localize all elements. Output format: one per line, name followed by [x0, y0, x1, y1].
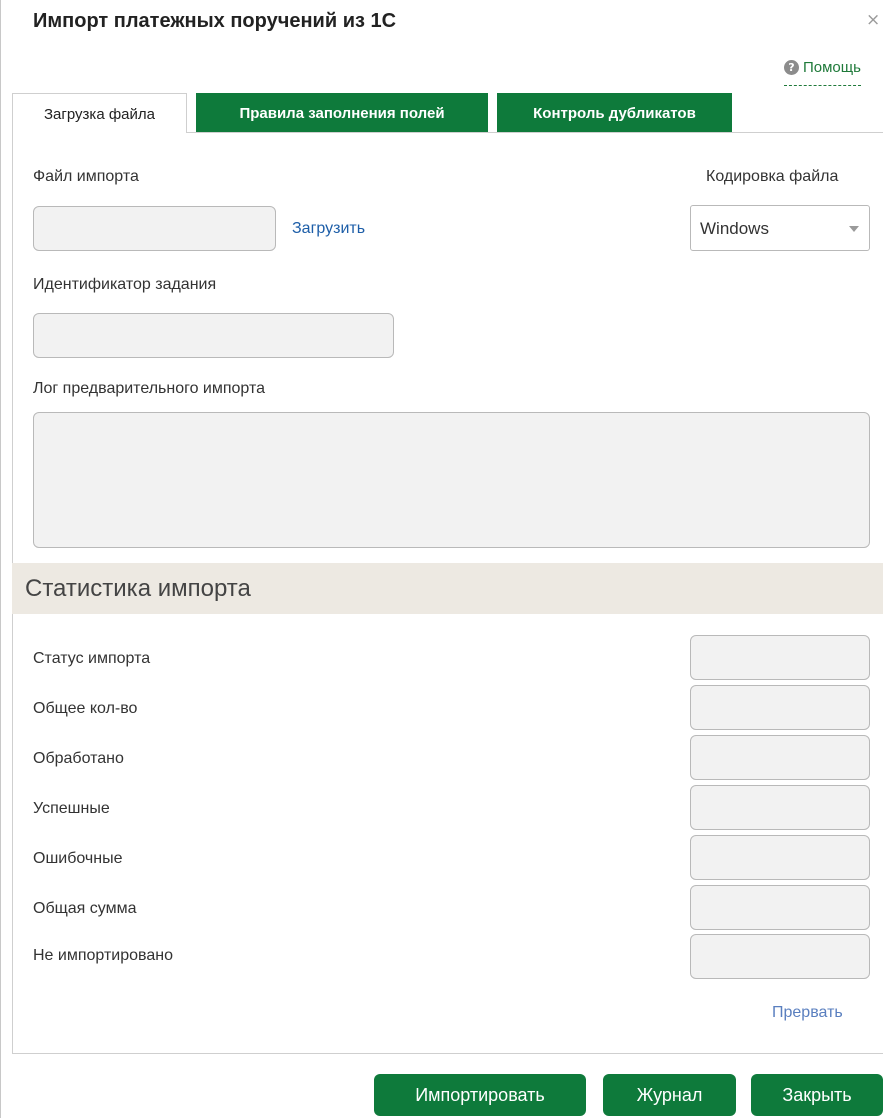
- close-icon[interactable]: ×: [866, 12, 880, 29]
- file-import-label: Файл импорта: [33, 168, 139, 185]
- stat-label-errors: Ошибочные: [33, 850, 123, 867]
- stats-section-header: Статистика импорта: [12, 563, 883, 614]
- stat-field-successful: [690, 785, 870, 830]
- stat-field-total: [690, 685, 870, 730]
- stat-field-sum: [690, 885, 870, 930]
- help-icon: ?: [784, 60, 799, 75]
- tab-duplicate-control[interactable]: Контроль дубликатов: [497, 93, 732, 132]
- task-id-field[interactable]: [33, 313, 394, 358]
- stat-label-not-imported: Не импортировано: [33, 947, 173, 964]
- import-button[interactable]: Импортировать: [374, 1074, 586, 1116]
- chevron-down-icon: [849, 226, 859, 232]
- encoding-select[interactable]: Windows: [690, 205, 870, 251]
- help-link[interactable]: ? Помощь: [784, 59, 861, 86]
- task-id-label: Идентификатор задания: [33, 276, 217, 293]
- stat-field-errors: [690, 835, 870, 880]
- stat-label-processed: Обработано: [33, 750, 124, 767]
- stat-field-not-imported: [690, 934, 870, 979]
- close-button[interactable]: Закрыть: [751, 1074, 883, 1116]
- encoding-value: Windows: [700, 219, 769, 238]
- tab-field-rules[interactable]: Правила заполнения полей: [196, 93, 488, 132]
- log-textarea[interactable]: [33, 412, 870, 548]
- tab-file-upload[interactable]: Загрузка файла: [12, 93, 187, 133]
- stat-label-status: Статус импорта: [33, 650, 151, 667]
- stat-field-status: [690, 635, 870, 680]
- log-label: Лог предварительного импорта: [33, 380, 266, 397]
- stat-label-total: Общее кол-во: [33, 700, 138, 717]
- window-border: [0, 0, 1, 1118]
- journal-button[interactable]: Журнал: [603, 1074, 736, 1116]
- file-import-field[interactable]: [33, 206, 276, 251]
- stat-label-sum: Общая сумма: [33, 900, 137, 917]
- window-title: Импорт платежных поручений из 1С: [33, 10, 397, 32]
- stat-label-successful: Успешные: [33, 800, 110, 817]
- encoding-label: Кодировка файла: [706, 168, 839, 185]
- stat-field-processed: [690, 735, 870, 780]
- upload-link[interactable]: Загрузить: [292, 220, 365, 238]
- stats-title: Статистика импорта: [25, 575, 251, 602]
- help-label: Помощь: [803, 59, 861, 76]
- abort-link[interactable]: Прервать: [772, 1004, 843, 1022]
